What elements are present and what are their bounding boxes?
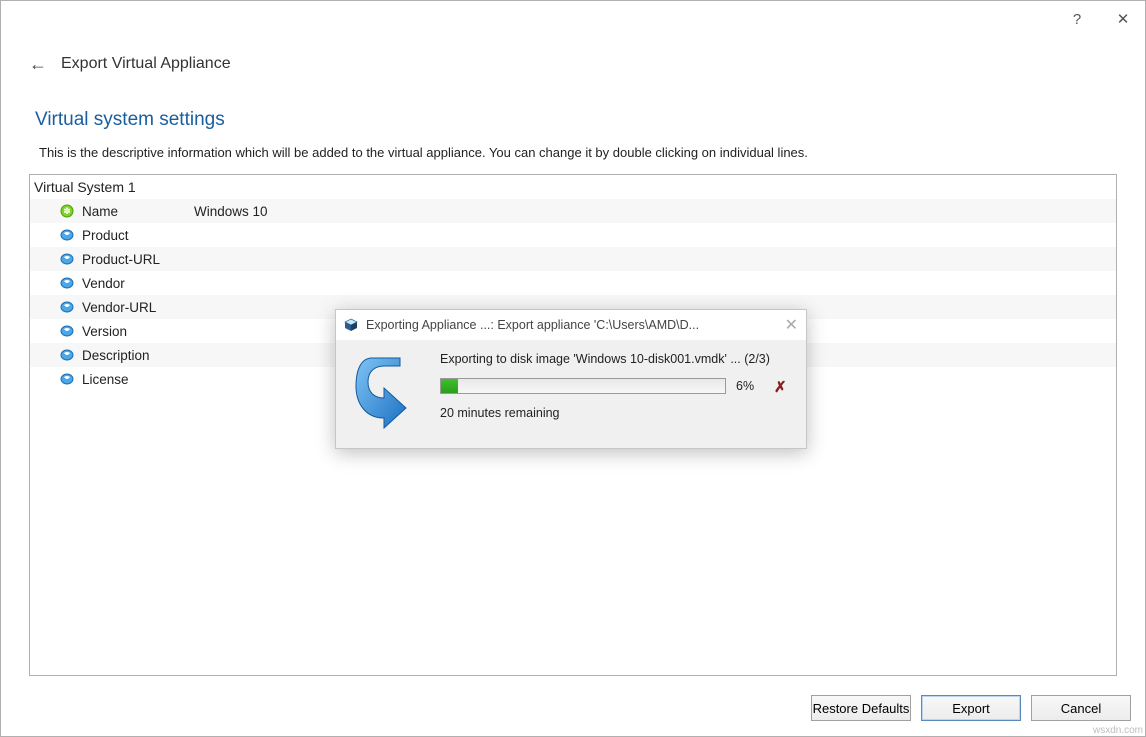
- name-icon: ✽: [58, 202, 76, 220]
- progress-percent: 6%: [736, 379, 764, 393]
- dialog-close-icon[interactable]: ✕: [785, 315, 798, 335]
- export-arrow-icon: [352, 352, 424, 430]
- license-icon: [58, 370, 76, 388]
- titlebar: ? ✕: [1, 1, 1145, 37]
- row-label: Vendor: [82, 276, 194, 291]
- tree-row-product-url[interactable]: Product-URL: [30, 247, 1116, 271]
- row-label: Product: [82, 228, 194, 243]
- row-value: Windows 10: [194, 204, 268, 219]
- description-text: This is the descriptive information whic…: [39, 145, 1117, 160]
- cancel-export-icon[interactable]: ✗: [774, 378, 790, 394]
- restore-defaults-button[interactable]: Restore Defaults: [811, 695, 911, 721]
- row-label: Product-URL: [82, 252, 194, 267]
- back-icon[interactable]: ←: [29, 54, 47, 75]
- progress-bar: [440, 378, 726, 394]
- footer: Restore Defaults Export Cancel: [1, 688, 1145, 736]
- export-button[interactable]: Export: [921, 695, 1021, 721]
- export-wizard-window: ? ✕ ← Export Virtual Appliance Virtual s…: [0, 0, 1146, 737]
- product-icon: [58, 226, 76, 244]
- row-label: Vendor-URL: [82, 300, 194, 315]
- row-label: Name: [82, 204, 194, 219]
- progress-fill: [441, 379, 458, 393]
- page-title: Export Virtual Appliance: [61, 55, 231, 73]
- close-icon[interactable]: ✕: [1115, 11, 1131, 27]
- dialog-titlebar: Exporting Appliance ...: Export applianc…: [336, 310, 806, 340]
- dialog-title: Exporting Appliance ...: Export applianc…: [366, 318, 699, 332]
- progress-row: 6% ✗: [440, 378, 790, 394]
- vbox-icon: [344, 318, 358, 332]
- watermark: wsxdn.com: [1093, 725, 1143, 736]
- vendor-url-icon: [58, 298, 76, 316]
- product-url-icon: [58, 250, 76, 268]
- section-title: Virtual system settings: [35, 109, 1117, 131]
- description-icon: [58, 346, 76, 364]
- header-row: ← Export Virtual Appliance: [29, 47, 1117, 81]
- dialog-right: Exporting to disk image 'Windows 10-disk…: [440, 352, 790, 430]
- row-label: License: [82, 372, 194, 387]
- row-label: Description: [82, 348, 194, 363]
- svg-text:✽: ✽: [63, 206, 71, 216]
- time-remaining: 20 minutes remaining: [440, 406, 790, 420]
- progress-dialog: Exporting Appliance ...: Export applianc…: [335, 309, 807, 449]
- row-label: Version: [82, 324, 194, 339]
- help-icon[interactable]: ?: [1069, 11, 1085, 27]
- dialog-body: Exporting to disk image 'Windows 10-disk…: [336, 340, 806, 448]
- progress-status: Exporting to disk image 'Windows 10-disk…: [440, 352, 790, 366]
- tree-row-vendor[interactable]: Vendor: [30, 271, 1116, 295]
- tree-row-product[interactable]: Product: [30, 223, 1116, 247]
- tree-root-label: Virtual System 1: [34, 179, 136, 195]
- tree-root[interactable]: Virtual System 1: [30, 175, 1116, 199]
- cancel-button[interactable]: Cancel: [1031, 695, 1131, 721]
- version-icon: [58, 322, 76, 340]
- tree-row-name[interactable]: ✽ Name Windows 10: [30, 199, 1116, 223]
- vendor-icon: [58, 274, 76, 292]
